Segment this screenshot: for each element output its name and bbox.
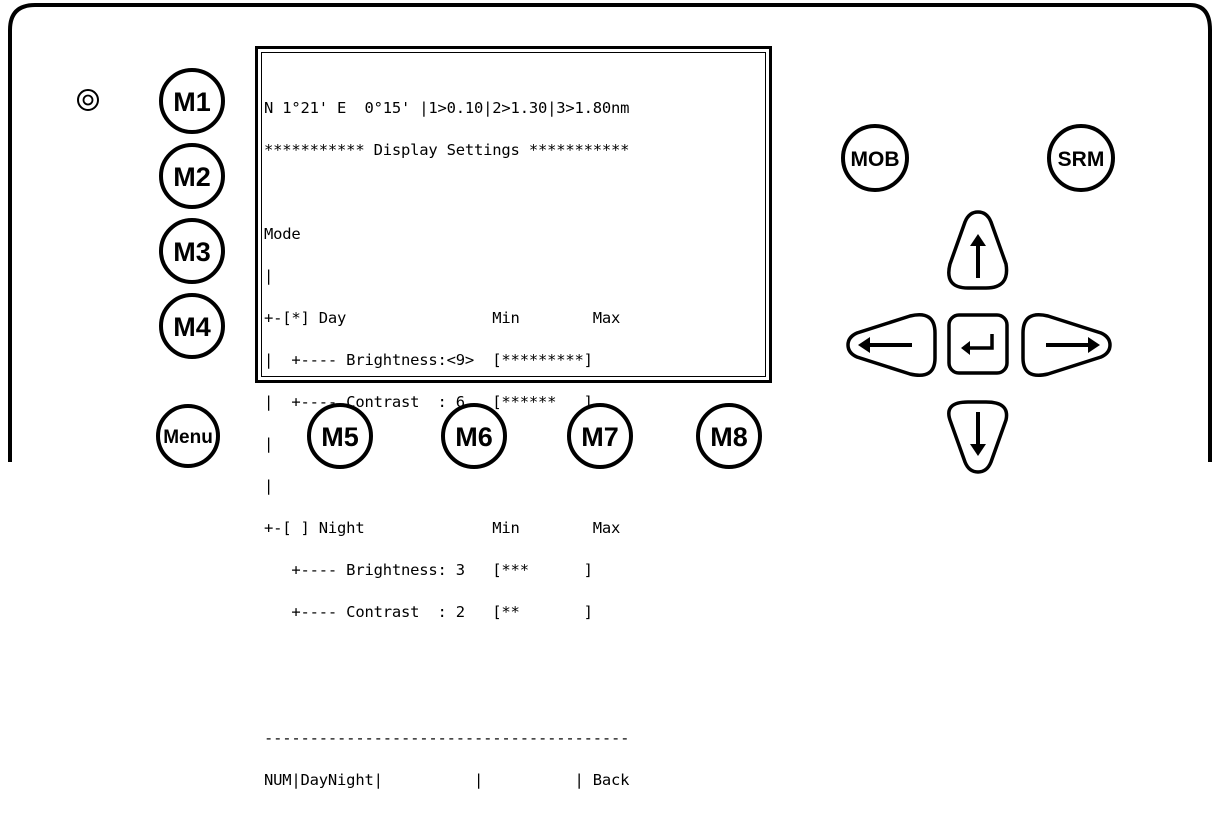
tree-line: | <box>264 267 274 285</box>
tree-line: | <box>264 435 274 453</box>
day-mode-option: +-[*] Day Min Max <box>264 309 621 327</box>
right-arrow-button[interactable] <box>1020 312 1112 378</box>
menu-button[interactable] <box>158 406 218 466</box>
softkey-divider: ---------------------------------------- <box>264 729 630 747</box>
day-brightness-row: | +---- Brightness:<9> [*********] <box>264 351 593 369</box>
position-status-line: N 1°21' E 0°15' |1>0.10|2>1.30|3>1.80nm <box>264 99 630 117</box>
screen-blank-line <box>264 689 629 703</box>
m2-button[interactable] <box>161 145 223 207</box>
display-settings-text: N 1°21' E 0°15' |1>0.10|2>1.30|3>1.80nm … <box>264 73 629 815</box>
softkey-labels: NUM|DayNight| | | Back <box>264 771 630 789</box>
enter-button[interactable] <box>947 313 1009 375</box>
m4-button[interactable] <box>161 295 223 357</box>
up-arrow-button[interactable] <box>946 212 1010 290</box>
page-title: *********** Display Settings *********** <box>264 141 630 159</box>
mode-label: Mode <box>264 225 301 243</box>
lcd-frame: N 1°21' E 0°15' |1>0.10|2>1.30|3>1.80nm … <box>261 52 766 788</box>
m8-button[interactable] <box>698 405 760 467</box>
night-brightness-row: +---- Brightness: 3 [*** ] <box>264 561 593 579</box>
mob-button[interactable] <box>843 126 907 190</box>
m1-button[interactable] <box>161 70 223 132</box>
srm-button[interactable] <box>1049 126 1113 190</box>
day-contrast-row: | +---- Contrast : 6 [****** ] <box>264 393 593 411</box>
m3-button[interactable] <box>161 220 223 282</box>
screen-line-3 <box>264 185 629 199</box>
device-panel: M1 M2 M3 M4 Menu M5 M6 M7 M8 MOB SRM N 1… <box>0 0 1214 788</box>
left-arrow-button[interactable] <box>846 312 938 378</box>
down-arrow-button[interactable] <box>946 400 1010 474</box>
lcd-screen: N 1°21' E 0°15' |1>0.10|2>1.30|3>1.80nm … <box>255 46 772 788</box>
power-led-icon <box>77 89 99 111</box>
tree-line: | <box>264 477 274 495</box>
night-mode-option: +-[ ] Night Min Max <box>264 519 621 537</box>
night-contrast-row: +---- Contrast : 2 [** ] <box>264 603 593 621</box>
screen-blank-line <box>264 647 629 661</box>
